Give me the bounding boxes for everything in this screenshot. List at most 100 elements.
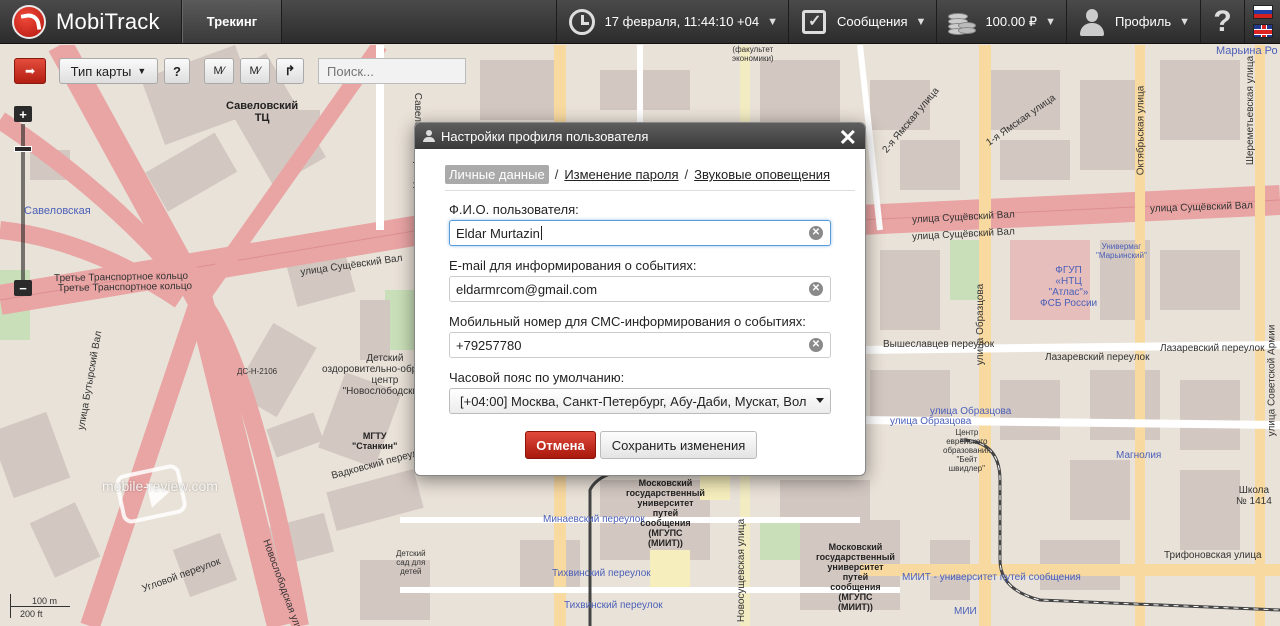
name-value: Eldar Murtazin <box>456 225 540 241</box>
help-button[interactable]: ? <box>1200 0 1244 43</box>
map-label: Детский сад для детей <box>396 549 426 576</box>
english-flag-icon[interactable] <box>1252 23 1273 38</box>
map-label: Магнолия <box>1116 450 1162 461</box>
clear-icon[interactable]: ✕ <box>809 282 823 296</box>
map-label: Центр еврейского образования "Бейт швидл… <box>943 428 991 473</box>
tab-change-password[interactable]: Изменение пароля <box>564 167 678 182</box>
email-field[interactable]: eldarmrcom@gmail.com ✕ <box>449 276 831 302</box>
area-icon: M⁄ <box>249 65 261 77</box>
clock-icon <box>567 7 597 37</box>
chevron-down-icon <box>816 398 824 403</box>
measure-area-button[interactable]: M⁄ <box>240 58 270 84</box>
map-label: Трифоновская улица <box>1164 550 1262 561</box>
map-label: улица Образцова <box>930 406 1012 417</box>
cancel-button[interactable]: Отмена <box>525 431 596 459</box>
map-type-dropdown[interactable]: Тип карты ▼ <box>59 58 158 84</box>
clear-icon[interactable]: ✕ <box>809 338 823 352</box>
map-label: Шереметьевская улица <box>1245 55 1257 166</box>
ruler-icon: M⁄ <box>213 65 225 77</box>
map-label: Лазаревский переулок <box>1160 343 1265 354</box>
phone-value: +79257780 <box>456 337 522 353</box>
map-label: ДС-Н-2106 <box>237 367 278 376</box>
exit-button[interactable]: ➡ <box>14 58 46 84</box>
watermark-text: mobile-review.com <box>102 478 218 494</box>
map-label: Лазаревский переулок <box>1045 352 1150 363</box>
logout-icon: ➡ <box>24 64 36 78</box>
calendar-check-icon <box>799 7 829 37</box>
chevron-down-icon: ▼ <box>915 15 927 28</box>
tab-sound-alerts[interactable]: Звуковые оповещения <box>694 167 830 182</box>
scale-meters: 100 m <box>32 596 58 606</box>
user-icon <box>423 130 435 142</box>
map-help-button[interactable]: ? <box>164 58 190 84</box>
map-scale: 100 m 200 ft <box>10 594 80 624</box>
language-switcher <box>1244 0 1280 43</box>
map-label: МИИ <box>954 606 977 617</box>
tab-separator: / <box>684 167 689 182</box>
tab-tracking[interactable]: Трекинг <box>182 0 282 43</box>
app-name: MobiTrack <box>56 8 160 34</box>
map-label: МГТУ "Станкин" <box>352 431 398 451</box>
profile-settings-dialog: Настройки профиля пользователя ✕ Личные … <box>414 122 866 476</box>
mobitrack-logo-icon <box>12 4 46 39</box>
arrow-turn-icon: ↱ <box>284 63 296 78</box>
email-value: eldarmrcom@gmail.com <box>456 281 598 297</box>
map-label: Вышеславцев переулок <box>883 339 995 350</box>
timezone-select[interactable]: [+04:00] Москва, Санкт-Петербург, Абу-Да… <box>449 388 831 414</box>
datetime-text: 17 февраля, 11:44:10 +04 <box>604 14 760 29</box>
measure-distance-button[interactable]: M⁄ <box>204 58 234 84</box>
chevron-down-icon: ▼ <box>767 15 778 28</box>
map-search-input[interactable] <box>318 58 466 84</box>
phone-field[interactable]: +79257780 ✕ <box>449 332 831 358</box>
map-label: Школа № 1414 <box>1236 485 1272 507</box>
chevron-down-icon: ▼ <box>1179 15 1190 28</box>
datetime-menu[interactable]: 17 февраля, 11:44:10 +04 ▼ <box>555 0 788 43</box>
plus-icon: + <box>19 106 27 122</box>
dialog-title: Настройки профиля пользователя <box>441 128 649 144</box>
name-field[interactable]: Eldar Murtazin ✕ <box>449 220 831 246</box>
scale-feet: 200 ft <box>20 609 43 619</box>
phone-label: Мобильный номер для СМС-информирования о… <box>449 314 806 329</box>
tab-personal-data[interactable]: Личные данные <box>445 165 549 184</box>
chevron-down-icon: ▼ <box>137 66 147 76</box>
zoom-slider-handle[interactable] <box>14 146 32 152</box>
map-label: (факультет экономики) <box>732 45 774 63</box>
messages-menu[interactable]: Сообщения ▼ <box>787 0 936 43</box>
name-label: Ф.И.О. пользователя: <box>449 202 579 217</box>
timezone-value: [+04:00] Москва, Санкт-Петербург, Абу-Да… <box>460 393 807 409</box>
map-label: улица Советской Армии <box>1266 324 1278 437</box>
messages-label: Сообщения <box>836 14 908 29</box>
clear-icon[interactable]: ✕ <box>809 226 823 240</box>
email-label: E-mail для информирования о событиях: <box>449 258 697 273</box>
zoom-out-button[interactable]: − <box>14 280 32 296</box>
coins-icon <box>947 7 977 37</box>
map-label: Московский государственный университет п… <box>626 478 705 548</box>
map-label: Савеловская <box>24 205 91 217</box>
dialog-header: Настройки профиля пользователя ✕ <box>415 123 865 151</box>
russian-flag-icon[interactable] <box>1252 5 1273 20</box>
profile-menu[interactable]: Профиль ▼ <box>1065 0 1200 43</box>
timezone-label: Часовой пояс по умолчанию: <box>449 370 625 385</box>
brand[interactable]: MobiTrack <box>0 0 182 43</box>
top-navigation-bar: MobiTrack Трекинг 17 февраля, 11:44:10 +… <box>0 0 1280 44</box>
map-label: Московский государственный университет п… <box>816 542 895 612</box>
map-type-label: Тип карты <box>70 63 132 79</box>
balance-menu[interactable]: 100.00 ₽ ▼ <box>936 0 1066 43</box>
divider <box>445 190 855 191</box>
map-label: МИИТ - университет путей сообщения <box>902 572 1081 583</box>
map-label: улица Образцова <box>890 416 972 427</box>
map-label: Тихвинский переулок <box>564 600 663 611</box>
text-cursor <box>540 226 542 240</box>
close-icon[interactable]: ✕ <box>839 125 857 151</box>
balance-value: 100.00 ₽ <box>985 13 1038 29</box>
profile-label: Профиль <box>1114 14 1172 29</box>
map-label: Третье Транспортное кольцо <box>57 280 193 295</box>
zoom-in-button[interactable]: + <box>14 106 32 122</box>
save-button[interactable]: Сохранить изменения <box>600 431 757 459</box>
map-label: улица Образцова <box>975 283 987 366</box>
map-label: Тихвинский переулок <box>552 568 651 579</box>
map-label: Универмаг "Марьинский" <box>1096 242 1147 260</box>
route-button[interactable]: ↱ <box>276 58 304 84</box>
chevron-down-icon: ▼ <box>1045 15 1056 28</box>
